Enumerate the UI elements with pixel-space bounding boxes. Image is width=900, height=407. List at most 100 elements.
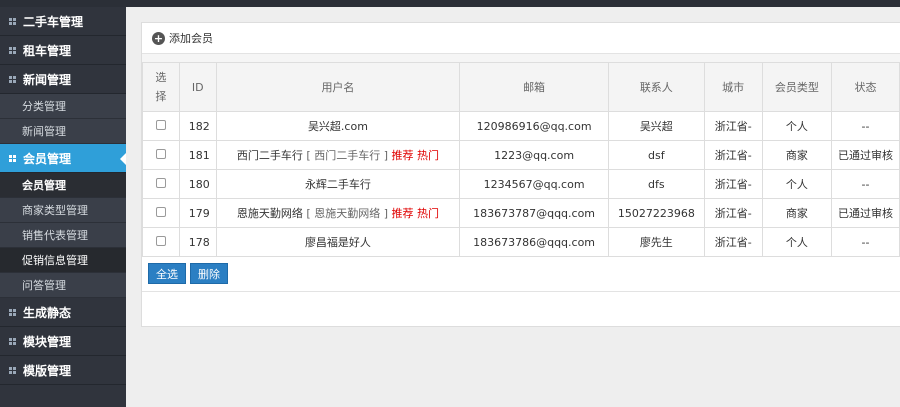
sidebar-group-label: 租车管理: [23, 43, 72, 58]
cell-email: 183673786@qqq.com: [459, 227, 609, 257]
cell-type: 商家: [761, 198, 833, 228]
sidebar-item-promotions[interactable]: 促销信息管理: [0, 248, 126, 273]
cell-id: 178: [178, 227, 217, 257]
username-suffix: [ 西门二手车行 ]: [306, 149, 388, 162]
sidebar-group-label: 模块管理: [23, 334, 72, 349]
sidebar-item-label: 新闻管理: [22, 125, 66, 138]
username-link[interactable]: 永辉二手车行: [305, 178, 371, 191]
delete-button[interactable]: 删除: [190, 263, 228, 284]
header-label: 选择: [155, 71, 167, 103]
toolbar: + 添加会员: [142, 23, 900, 54]
cell-type: 个人: [761, 111, 833, 141]
plus-icon: +: [152, 31, 165, 45]
sidebar-group-rental[interactable]: 租车管理: [0, 36, 126, 65]
header-label: 状态: [854, 81, 877, 94]
cell-contact: 廖先生: [607, 227, 705, 257]
cell-id: 180: [178, 169, 217, 199]
sidebar-group-used-car[interactable]: 二手车管理: [0, 7, 126, 36]
sidebar-group-modules[interactable]: 模块管理: [0, 327, 126, 356]
member-table: 选择 ID 用户名 邮箱 联系人 城市 会员类型 状态 182 吴兴超.com …: [142, 62, 900, 257]
cell-type: 商家: [761, 140, 833, 170]
spacer: [142, 54, 900, 62]
sidebar-group-label: 会员管理: [23, 151, 72, 166]
sidebar-item-news[interactable]: 新闻管理: [0, 119, 126, 144]
header-id: ID: [178, 62, 217, 112]
sidebar-item-category[interactable]: 分类管理: [0, 94, 126, 119]
cell-status: --: [831, 169, 900, 199]
grid-icon: [9, 308, 16, 316]
sidebar-group-label: 新闻管理: [23, 72, 72, 87]
grid-icon: [9, 17, 16, 25]
sidebar-item-members[interactable]: 会员管理: [0, 173, 126, 198]
table-row: 182 吴兴超.com 120986916@qq.com 吴兴超 浙江省- 个人…: [142, 111, 900, 141]
sidebar-group-label: 模版管理: [23, 363, 72, 378]
header-label: ID: [191, 80, 204, 94]
username-suffix: [ 恩施天勤网络 ]: [306, 207, 388, 220]
cell-city: 浙江省-: [703, 111, 763, 141]
cell-id: 179: [178, 198, 217, 228]
row-checkbox[interactable]: [155, 119, 166, 130]
cell-city: 浙江省-: [703, 198, 763, 228]
row-checkbox[interactable]: [155, 235, 166, 246]
action-buttons: 全选 删除: [142, 257, 900, 284]
sidebar-item-sales-reps[interactable]: 销售代表管理: [0, 223, 126, 248]
header-city: 城市: [703, 62, 763, 112]
divider: [142, 291, 900, 292]
cell-email: 120986916@qq.com: [459, 111, 609, 141]
table-row: 179 恩施天勤网络 [ 恩施天勤网络 ] 推荐 热门 183673787@qq…: [142, 198, 900, 228]
sidebar-group-templates[interactable]: 模版管理: [0, 356, 126, 385]
sidebar-group-members[interactable]: 会员管理: [0, 144, 126, 173]
username-link[interactable]: 恩施天勤网络: [237, 207, 303, 220]
cell-contact: 15027223968: [607, 198, 705, 228]
row-checkbox[interactable]: [155, 206, 166, 217]
cell-id: 182: [178, 111, 217, 141]
sidebar-item-label: 销售代表管理: [22, 229, 88, 242]
grid-icon: [9, 46, 16, 54]
cell-contact: dfs: [607, 169, 705, 199]
grid-icon: [9, 154, 16, 162]
header-label: 联系人: [639, 81, 673, 94]
tag-badges: 推荐 热门: [391, 149, 439, 162]
header-username: 用户名: [215, 62, 461, 112]
username-link[interactable]: 吴兴超.com: [308, 120, 368, 133]
tag-badges: 推荐 热门: [391, 207, 439, 220]
cell-email: 1234567@qq.com: [459, 169, 609, 199]
cell-type: 个人: [761, 169, 833, 199]
cell-status: --: [831, 227, 900, 257]
header-status: 状态: [831, 62, 900, 112]
select-all-button[interactable]: 全选: [148, 263, 186, 284]
main-panel: + 添加会员 选择 ID 用户名 邮箱 联系人 城市 会员类型 状态 182 吴…: [141, 22, 900, 327]
grid-icon: [9, 337, 16, 345]
sidebar-item-merchant-types[interactable]: 商家类型管理: [0, 198, 126, 223]
table-row: 181 西门二手车行 [ 西门二手车行 ] 推荐 热门 1223@qq.com …: [142, 140, 900, 170]
header-select: 选择: [142, 62, 180, 112]
row-checkbox[interactable]: [155, 177, 166, 188]
cell-contact: dsf: [607, 140, 705, 170]
cell-status: 已通过审核: [831, 140, 900, 170]
sidebar-group-news[interactable]: 新闻管理: [0, 65, 126, 94]
sidebar-item-label: 促销信息管理: [22, 254, 88, 267]
header-member-type: 会员类型: [761, 62, 833, 112]
cell-username: 廖昌福是好人: [215, 227, 461, 257]
cell-username: 西门二手车行 [ 西门二手车行 ] 推荐 热门: [215, 140, 461, 170]
cell-type: 个人: [761, 227, 833, 257]
header-email: 邮箱: [459, 62, 609, 112]
header-label: 用户名: [321, 81, 355, 94]
sidebar-group-static[interactable]: 生成静态: [0, 298, 126, 327]
table-row: 180 永辉二手车行 1234567@qq.com dfs 浙江省- 个人 --: [142, 169, 900, 199]
username-link[interactable]: 廖昌福是好人: [305, 236, 371, 249]
header-contact: 联系人: [607, 62, 705, 112]
add-member-link[interactable]: 添加会员: [169, 30, 213, 46]
table-header-row: 选择 ID 用户名 邮箱 联系人 城市 会员类型 状态: [142, 62, 900, 112]
cell-city: 浙江省-: [703, 227, 763, 257]
sidebar-item-qa[interactable]: 问答管理: [0, 273, 126, 298]
sidebar-item-label: 分类管理: [22, 100, 66, 113]
username-link[interactable]: 西门二手车行: [237, 149, 303, 162]
row-checkbox[interactable]: [155, 148, 166, 159]
sidebar-item-label: 会员管理: [22, 179, 66, 192]
cell-city: 浙江省-: [703, 140, 763, 170]
cell-username: 吴兴超.com: [215, 111, 461, 141]
header-label: 会员类型: [774, 81, 819, 94]
cell-email: 183673787@qqq.com: [459, 198, 609, 228]
cell-email: 1223@qq.com: [459, 140, 609, 170]
